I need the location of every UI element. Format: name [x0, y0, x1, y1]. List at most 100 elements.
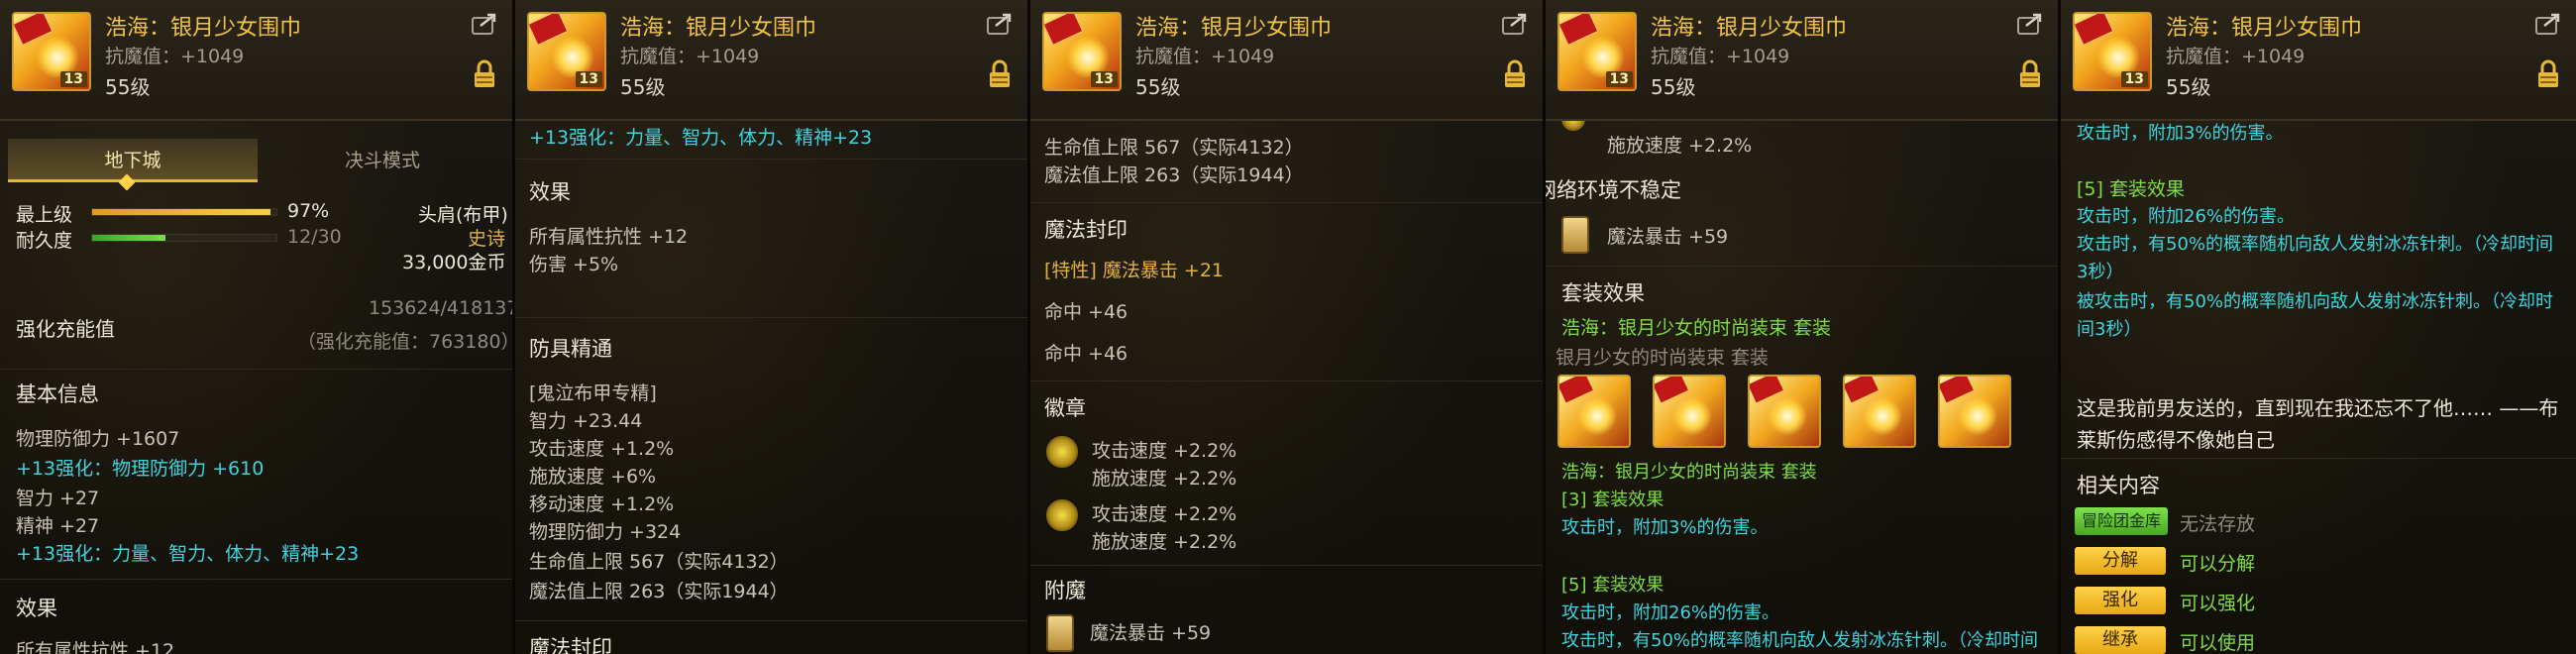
- set-item-icon[interactable]: [1653, 375, 1726, 448]
- set-tier-5-line: 攻击时，有50%的概率随机向敌人发射冰冻针刺。（冷却时间: [1561, 630, 2039, 651]
- item-rarity: 史诗: [468, 228, 506, 250]
- armor-mastery-title: 防具精通: [529, 337, 612, 361]
- set-tier-5-line: 攻击时，附加26%的伤害。: [1561, 602, 1780, 623]
- related-status: 可以分解: [2180, 553, 2256, 575]
- charge-sub: （强化充能值：763180）: [297, 331, 515, 353]
- item-resist: 抗魔值：+1049: [2166, 46, 2306, 67]
- tooltip-panel-2: 13 浩海：银月少女围巾 抗魔值：+1049 55级 +13强化：力量、智力、体…: [515, 0, 1030, 654]
- set-name-sub: 银月少女的时尚装束 套装: [1556, 347, 1770, 369]
- tab-dungeon[interactable]: 地下城: [8, 139, 258, 182]
- emblem-title: 徽章: [1044, 396, 1086, 420]
- share-icon[interactable]: [986, 12, 1014, 36]
- tab-pvp[interactable]: 决斗模式: [258, 139, 507, 182]
- set-tier-5: [5] 套装效果: [1561, 575, 1664, 596]
- set-item-icon[interactable]: [1557, 375, 1631, 448]
- emblem-line: 攻击速度 +2.2%: [1092, 503, 1237, 525]
- item-slot: 头肩(布甲): [418, 204, 508, 226]
- emblem-icon: [1046, 436, 1078, 468]
- set-item-icon[interactable]: [1938, 375, 2011, 448]
- set-line: 间3秒）: [2077, 319, 2142, 340]
- set-tier-3-line: 攻击时，附加3%的伤害。: [1561, 517, 1769, 538]
- item-header: 13 浩海：银月少女围巾 抗魔值：+1049 55级: [515, 0, 1027, 121]
- item-title: 浩海：银月少女围巾: [1651, 16, 1848, 41]
- lock-icon[interactable]: [1503, 59, 1527, 89]
- effect-line: 所有属性抗性 +12: [529, 226, 689, 248]
- lock-icon[interactable]: [473, 59, 496, 89]
- item-header: 13 浩海：银月少女围巾 抗魔值：+1049 55级: [0, 0, 512, 121]
- item-level: 55级: [1651, 75, 1696, 99]
- durability-label: 耐久度: [16, 230, 73, 252]
- network-warning: 网络环境不稳定: [1546, 178, 1681, 202]
- item-title: 浩海：银月少女围巾: [620, 16, 817, 41]
- seal-trait-line: [特性] 魔法暴击 +21: [1044, 260, 1225, 281]
- charge-label: 强化充能值: [16, 317, 115, 341]
- set-caption: 浩海：银月少女的时尚装束 套装: [1561, 462, 1817, 483]
- item-icon: 13: [527, 12, 606, 91]
- related-title: 相关内容: [2077, 474, 2160, 497]
- lock-icon[interactable]: [2536, 59, 2560, 89]
- set-line: 被攻击时，有50%的概率随机向敌人发射冰冻针刺。（冷却时: [2077, 291, 2554, 312]
- stat-line: 生命值上限 567（实际4132）: [529, 551, 789, 573]
- item-resist: 抗魔值：+1049: [1135, 46, 1275, 67]
- lock-icon[interactable]: [988, 59, 1012, 89]
- item-level: 55级: [105, 75, 151, 99]
- enchant-card-icon: [1561, 216, 1589, 254]
- stat-line: 移动速度 +1.2%: [529, 493, 675, 515]
- max-level-pct: 97%: [287, 200, 330, 222]
- tooltip-panel-5: 13 浩海：银月少女围巾 抗魔值：+1049 55级 攻击时，附加3%的伤害。 …: [2061, 0, 2576, 654]
- tooltip-panel-3: 13 浩海：银月少女围巾 抗魔值：+1049 55级 生命值上限 567（实际4…: [1030, 0, 1546, 654]
- charge-value: 153624/418137: [369, 297, 515, 319]
- set-name: 浩海：银月少女的时尚装束 套装: [1561, 317, 1832, 339]
- item-resist: 抗魔值：+1049: [620, 46, 760, 67]
- item-resist: 抗魔值：+1049: [1651, 46, 1790, 67]
- item-icon: 13: [12, 12, 91, 91]
- item-resist: 抗魔值：+1049: [105, 46, 245, 67]
- seal-line: 命中 +46: [1044, 301, 1128, 323]
- item-level: 55级: [2166, 75, 2211, 99]
- durability-bar: [91, 234, 277, 242]
- set-tier-5: [5] 套装效果: [2077, 178, 2185, 200]
- emblem-line: 施放速度 +2.2%: [1607, 135, 1753, 157]
- armor-mastery-sub: [鬼泣布甲专精]: [529, 382, 657, 404]
- reinforce-badge: 强化: [2075, 587, 2166, 614]
- share-icon[interactable]: [2016, 12, 2044, 36]
- stat-line: 智力 +27: [16, 488, 100, 509]
- related-status: 可以强化: [2180, 593, 2256, 614]
- stat-line: +13强化：力量、智力、体力、精神+23: [529, 127, 873, 149]
- share-icon[interactable]: [471, 12, 498, 36]
- set-tier-3: [3] 套装效果: [1561, 490, 1664, 510]
- effect-title: 效果: [529, 180, 571, 204]
- set-item-icon[interactable]: [1843, 375, 1916, 448]
- share-icon[interactable]: [2534, 12, 2562, 36]
- lock-icon[interactable]: [2018, 59, 2042, 89]
- set-line: 攻击时，有50%的概率随机向敌人发射冰冻针刺。（冷却时间: [2077, 234, 2554, 255]
- enchant-card-icon: [1046, 614, 1074, 652]
- durability-value: 12/30: [287, 226, 342, 248]
- seal-line: 命中 +46: [1044, 343, 1128, 365]
- item-header: 13 浩海：银月少女围巾 抗魔值：+1049 55级: [1030, 0, 1543, 121]
- tooltip-strip: 13 浩海：银月少女围巾 抗魔值：+1049 55级 地下城 决斗模式 最上级 …: [0, 0, 2576, 654]
- magic-seal-title: 魔法封印: [1044, 218, 1127, 242]
- disassemble-badge: 分解: [2075, 547, 2166, 575]
- effect-line: 伤害 +5%: [529, 254, 619, 275]
- effect-title: 效果: [16, 597, 57, 620]
- max-level-label: 最上级: [16, 204, 73, 226]
- tooltip-panel-4: 13 浩海：银月少女围巾 抗魔值：+1049 55级 施放速度 +2.2% 网络…: [1546, 0, 2061, 654]
- stat-line: 攻击速度 +1.2%: [529, 438, 675, 460]
- share-icon[interactable]: [1501, 12, 1529, 36]
- emblem-icon: [1046, 499, 1078, 531]
- stat-line: 智力 +23.44: [529, 410, 643, 432]
- stat-line: 魔法值上限 263（实际1944）: [529, 581, 789, 602]
- set-item-icon[interactable]: [1748, 375, 1821, 448]
- set-line: 攻击时，附加3%的伤害。: [2077, 123, 2284, 144]
- stat-line: 施放速度 +6%: [529, 466, 657, 488]
- emblem-line: 攻击速度 +2.2%: [1092, 440, 1237, 462]
- basic-info-title: 基本信息: [16, 382, 99, 406]
- item-level: 55级: [620, 75, 666, 99]
- item-title: 浩海：银月少女围巾: [105, 16, 302, 41]
- related-status: 可以使用: [2180, 632, 2256, 654]
- item-header: 13 浩海：银月少女围巾 抗魔值：+1049 55级: [1546, 0, 2058, 121]
- related-status: 无法存放: [2180, 513, 2256, 535]
- enchant-line: 魔法暴击 +59: [1090, 622, 1212, 644]
- item-price: 33,000金币: [402, 252, 506, 273]
